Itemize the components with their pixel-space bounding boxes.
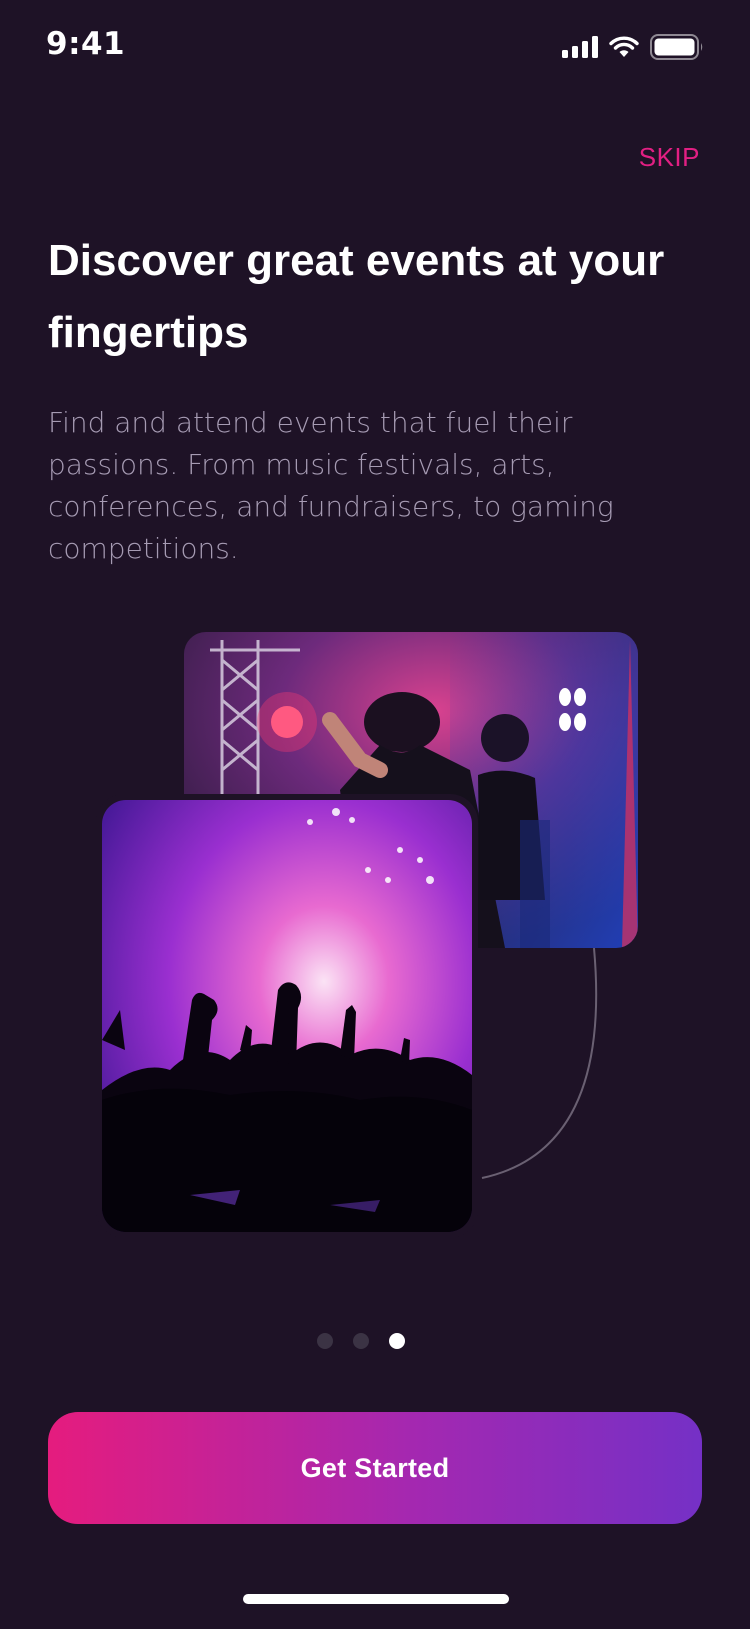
status-bar: 9:41 bbox=[0, 0, 750, 90]
page-dot-1[interactable] bbox=[317, 1333, 333, 1349]
concert-crowd-photo bbox=[102, 800, 472, 1232]
page-subtitle: Find and attend events that fuel their p… bbox=[48, 406, 614, 565]
home-indicator[interactable] bbox=[243, 1594, 509, 1604]
page-dot-3-active[interactable] bbox=[389, 1333, 405, 1349]
get-started-button[interactable]: Get Started bbox=[48, 1412, 702, 1524]
decorative-arc bbox=[481, 947, 598, 1179]
status-icons bbox=[562, 34, 704, 60]
concert-performers-photo bbox=[184, 632, 638, 948]
status-time: 9:41 bbox=[46, 26, 126, 62]
cellular-signal-icon bbox=[562, 36, 598, 58]
skip-button[interactable]: SKIP bbox=[639, 142, 700, 173]
page-title: Discover great events at your fingertips bbox=[48, 236, 665, 357]
battery-icon bbox=[650, 34, 703, 60]
wifi-icon bbox=[609, 36, 639, 57]
page-dot-2[interactable] bbox=[353, 1333, 369, 1349]
page-indicator bbox=[0, 1333, 736, 1349]
